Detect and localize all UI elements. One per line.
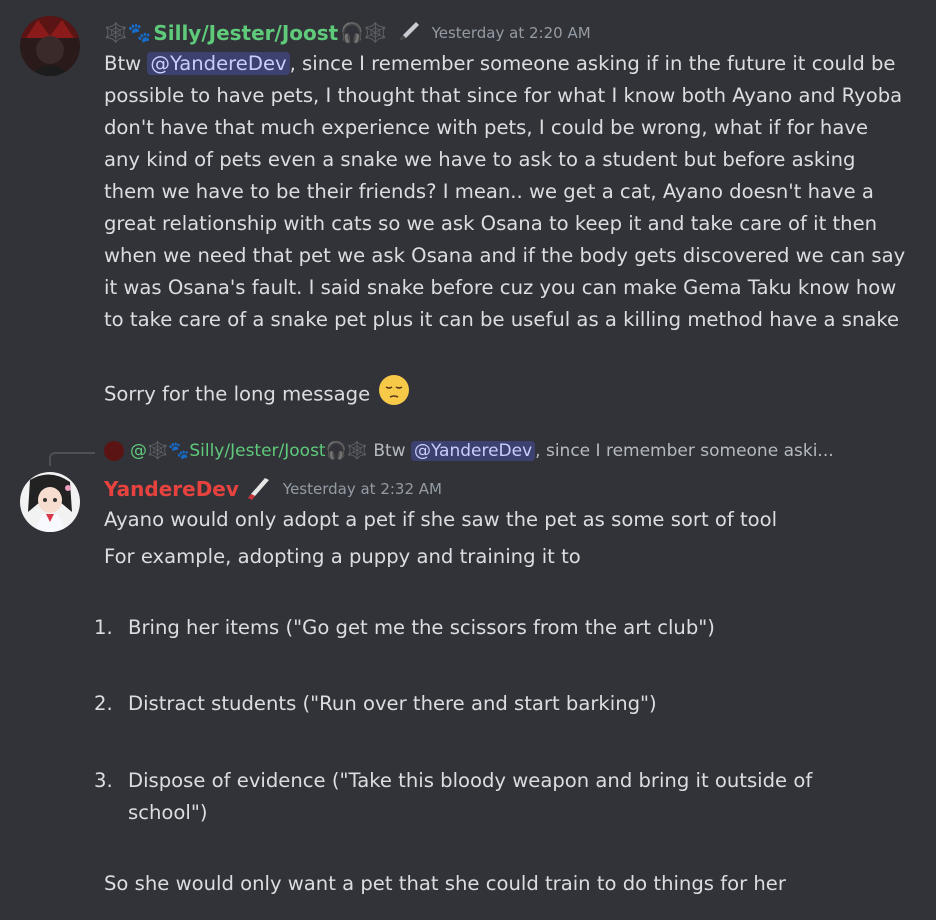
reply-username: Silly/Jester/Joost bbox=[189, 441, 326, 461]
list-item-number: 3. bbox=[94, 769, 113, 792]
avatar-yanderedev[interactable] bbox=[20, 472, 80, 532]
pen-icon bbox=[396, 18, 422, 48]
reply-text: , since I remember someone aski... bbox=[535, 441, 834, 461]
avatar-image bbox=[20, 16, 80, 76]
list-item-number: 1. bbox=[94, 616, 113, 639]
reply-text: Btw bbox=[367, 441, 411, 461]
knife-icon bbox=[245, 474, 273, 504]
message-text: , since I remember someone asking if in … bbox=[104, 52, 906, 331]
reply-preview[interactable]: @ 🕸️🐾 Silly/Jester/Joost 🎧🕸️ Btw @Yander… bbox=[104, 438, 914, 464]
avatar-image bbox=[20, 472, 80, 532]
message-1-line-2: Sorry for the long message bbox=[104, 374, 910, 416]
pensive-face-emoji bbox=[378, 374, 410, 416]
headphones-web-icons: 🎧🕸️ bbox=[340, 21, 388, 44]
avatar-silly-jester-joost[interactable] bbox=[20, 16, 80, 76]
reply-web-paw-icons: 🕸️🐾 bbox=[147, 441, 190, 461]
list-item-text: Dispose of evidence ("Take this bloody w… bbox=[128, 769, 813, 824]
reply-avatar bbox=[104, 441, 124, 461]
username[interactable]: Silly/Jester/Joost bbox=[153, 21, 338, 45]
list-item-text: Bring her items ("Go get me the scissors… bbox=[128, 616, 715, 639]
message-2-closing: So she would only want a pet that she co… bbox=[104, 872, 786, 895]
message-text: Btw bbox=[104, 52, 148, 75]
reply-at: @ bbox=[130, 441, 147, 461]
web-paw-icons: 🕸️🐾 bbox=[104, 21, 152, 44]
username[interactable]: YandereDev bbox=[104, 477, 239, 501]
message-2-line-1: Ayano would only adopt a pet if she saw … bbox=[104, 508, 778, 531]
message-2-line-2: For example, adopting a puppy and traini… bbox=[104, 545, 581, 568]
reply-connector bbox=[49, 452, 95, 466]
reply-mention: @YandereDev bbox=[411, 441, 536, 461]
mention-yanderedev[interactable]: @YandereDev bbox=[147, 52, 290, 75]
reply-headphones-web-icons: 🎧🕸️ bbox=[325, 441, 368, 461]
message-text: Sorry for the long message bbox=[104, 382, 371, 406]
message-1-header: 🕸️🐾 Silly/Jester/Joost 🎧🕸️ Yesterday at … bbox=[104, 18, 591, 48]
message-2-header: YandereDev Yesterday at 2:32 AM bbox=[104, 474, 442, 504]
timestamp: Yesterday at 2:20 AM bbox=[431, 24, 591, 42]
list-item-number: 2. bbox=[94, 692, 113, 715]
timestamp: Yesterday at 2:32 AM bbox=[282, 480, 442, 498]
message-1-content: Btw @YandereDev, since I remember someon… bbox=[104, 48, 910, 336]
list-item-text: Distract students ("Run over there and s… bbox=[128, 692, 657, 715]
